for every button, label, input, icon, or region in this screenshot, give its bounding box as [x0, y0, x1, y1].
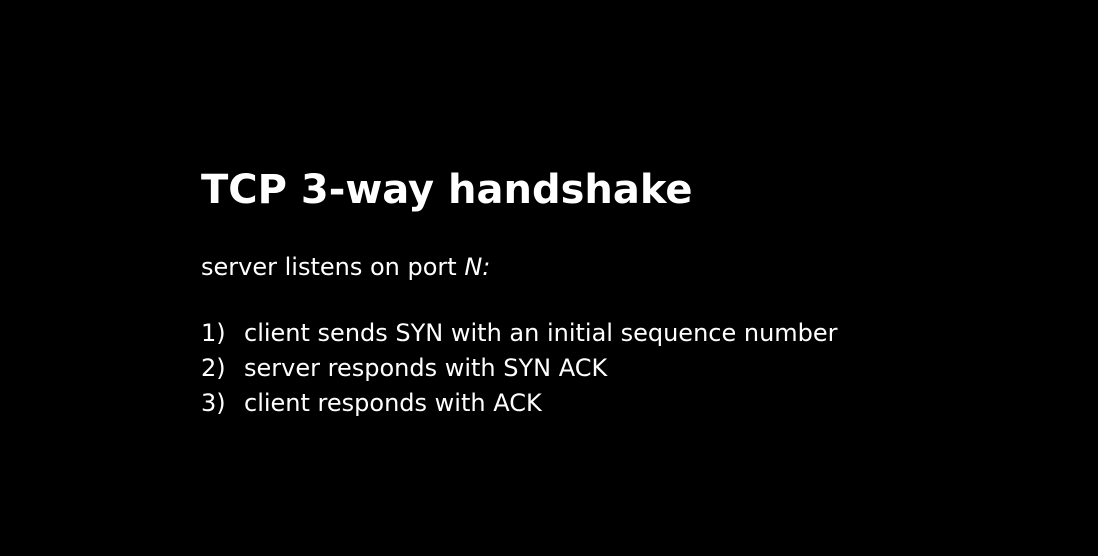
slide-subtitle: server listens on port N:	[201, 250, 490, 284]
subtitle-prefix: server listens on port	[201, 253, 465, 281]
step-text: client responds with ACK	[244, 389, 542, 417]
handshake-steps-list: 1) client sends SYN with an initial sequ…	[201, 316, 838, 421]
step-number: 2)	[201, 354, 226, 382]
step-text: client sends SYN with an initial sequenc…	[244, 319, 838, 347]
slide: TCP 3-way handshake server listens on po…	[0, 0, 1098, 556]
handshake-step: 1) client sends SYN with an initial sequ…	[201, 316, 838, 351]
step-number: 1)	[201, 319, 226, 347]
step-text: server responds with SYN ACK	[244, 354, 608, 382]
step-number: 3)	[201, 389, 226, 417]
handshake-step: 2) server responds with SYN ACK	[201, 351, 838, 386]
handshake-step: 3) client responds with ACK	[201, 386, 838, 421]
slide-title: TCP 3-way handshake	[201, 167, 693, 213]
subtitle-port: N:	[464, 253, 491, 281]
